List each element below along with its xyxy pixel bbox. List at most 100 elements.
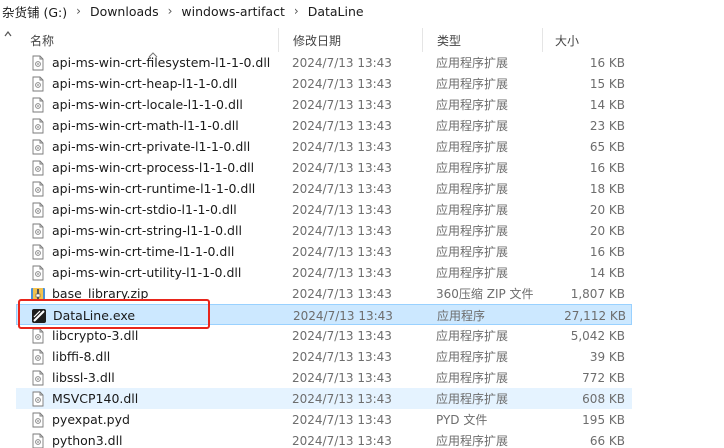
file-size: 14 KB	[589, 265, 625, 280]
file-name-cell: api-ms-win-crt-stdio-l1-1-0.dll	[30, 199, 288, 220]
dll-file-icon	[30, 139, 46, 155]
file-size: 27,112 KB	[564, 308, 626, 323]
file-date: 2024/7/13 13:43	[292, 118, 392, 133]
tree-scrollbar[interactable]	[0, 30, 16, 448]
file-name-cell: MSVCP140.dll	[30, 388, 288, 409]
file-type: 应用程序扩展	[436, 161, 509, 175]
file-name-cell: api-ms-win-crt-heap-l1-1-0.dll	[30, 73, 288, 94]
column-header-size[interactable]: 大小	[542, 28, 632, 52]
file-name: api-ms-win-crt-time-l1-1-0.dll	[52, 244, 235, 259]
file-name: libssl-3.dll	[52, 370, 115, 385]
file-date: 2024/7/13 13:43	[292, 139, 392, 154]
file-type: 应用程序扩展	[436, 203, 509, 217]
file-size: 23 KB	[589, 118, 625, 133]
file-size: 5,042 KB	[570, 328, 625, 343]
file-row[interactable]: api-ms-win-crt-private-l1-1-0.dll 2024/7/…	[16, 136, 632, 157]
file-name: api-ms-win-crt-stdio-l1-1-0.dll	[52, 202, 237, 217]
file-row[interactable]: libffi-8.dll 2024/7/13 13:43 应用程序扩展 39 KB	[16, 346, 632, 367]
file-size: 65 KB	[589, 139, 625, 154]
file-name: python3.dll	[52, 433, 123, 448]
file-date: 2024/7/13 13:43	[292, 391, 392, 406]
file-type: 应用程序扩展	[436, 119, 509, 133]
dll-file-icon	[30, 265, 46, 281]
chevron-right-icon[interactable]: ›	[162, 4, 179, 18]
file-size: 20 KB	[589, 202, 625, 217]
file-type: 360压缩 ZIP 文件	[436, 287, 534, 301]
breadcrumb-item[interactable]: windows-artifact	[178, 4, 287, 19]
file-row[interactable]: api-ms-win-crt-filesystem-l1-1-0.dll 2024…	[16, 52, 632, 73]
file-name: api-ms-win-crt-heap-l1-1-0.dll	[52, 76, 238, 91]
chevron-right-icon[interactable]: ›	[288, 4, 305, 18]
file-type: 应用程序扩展	[436, 371, 509, 385]
file-name-cell: api-ms-win-crt-string-l1-1-0.dll	[30, 220, 288, 241]
dll-file-icon	[30, 328, 46, 344]
file-row[interactable]: pyexpat.pyd 2024/7/13 13:43 PYD 文件 195 KB	[16, 409, 632, 430]
file-size: 15 KB	[589, 76, 625, 91]
file-row[interactable]: api-ms-win-crt-string-l1-1-0.dll 2024/7/1…	[16, 220, 632, 241]
file-row[interactable]: api-ms-win-crt-time-l1-1-0.dll 2024/7/13 …	[16, 241, 632, 262]
chevron-up-icon[interactable]	[4, 30, 12, 38]
breadcrumb-item[interactable]: 杂货铺 (G:)	[0, 2, 70, 21]
file-row[interactable]: api-ms-win-crt-utility-l1-1-0.dll 2024/7/…	[16, 262, 632, 283]
file-row[interactable]: libssl-3.dll 2024/7/13 13:43 应用程序扩展 772 KB	[16, 367, 632, 388]
file-type: 应用程序扩展	[436, 350, 509, 364]
column-header-date[interactable]: 修改日期	[278, 28, 422, 52]
dll-file-icon	[30, 76, 46, 92]
dll-file-icon	[30, 202, 46, 218]
file-row[interactable]: api-ms-win-crt-runtime-l1-1-0.dll 2024/7/…	[16, 178, 632, 199]
file-name: api-ms-win-crt-runtime-l1-1-0.dll	[52, 181, 256, 196]
file-row[interactable]: api-ms-win-crt-process-l1-1-0.dll 2024/7/…	[16, 157, 632, 178]
file-name: MSVCP140.dll	[52, 391, 139, 406]
column-header-type[interactable]: 类型	[422, 28, 542, 52]
file-date: 2024/7/13 13:43	[292, 160, 392, 175]
file-name: api-ms-win-crt-utility-l1-1-0.dll	[52, 265, 242, 280]
file-row[interactable]: MSVCP140.dll 2024/7/13 13:43 应用程序扩展 608 KB	[16, 388, 632, 409]
file-type: 应用程序扩展	[436, 245, 509, 259]
file-name: api-ms-win-crt-string-l1-1-0.dll	[52, 223, 242, 238]
dll-file-icon	[30, 391, 46, 407]
column-header-type-label: 类型	[437, 33, 462, 48]
chevron-right-icon[interactable]: ›	[70, 4, 87, 18]
file-name-cell: api-ms-win-crt-runtime-l1-1-0.dll	[30, 178, 288, 199]
file-row[interactable]: api-ms-win-crt-locale-l1-1-0.dll 2024/7/1…	[16, 94, 632, 115]
file-name: api-ms-win-crt-locale-l1-1-0.dll	[52, 97, 243, 112]
file-list: api-ms-win-crt-filesystem-l1-1-0.dll 2024…	[16, 52, 632, 448]
file-name-cell: api-ms-win-crt-locale-l1-1-0.dll	[30, 94, 288, 115]
file-name: api-ms-win-crt-process-l1-1-0.dll	[52, 160, 255, 175]
file-type: PYD 文件	[436, 413, 488, 427]
file-date: 2024/7/13 13:43	[292, 433, 392, 448]
column-header-size-label: 大小	[555, 33, 580, 48]
dll-file-icon	[30, 55, 46, 71]
dll-file-icon	[30, 97, 46, 113]
file-row[interactable]: api-ms-win-crt-math-l1-1-0.dll 2024/7/13 …	[16, 115, 632, 136]
file-size: 195 KB	[582, 412, 625, 427]
file-name-cell: api-ms-win-crt-private-l1-1-0.dll	[30, 136, 288, 157]
file-name: api-ms-win-crt-filesystem-l1-1-0.dll	[52, 55, 271, 70]
file-row[interactable]: api-ms-win-crt-stdio-l1-1-0.dll 2024/7/13…	[16, 199, 632, 220]
file-size: 1,807 KB	[570, 286, 625, 301]
file-type: 应用程序扩展	[436, 182, 509, 196]
breadcrumb-item[interactable]: DataLine	[305, 4, 367, 19]
file-type: 应用程序	[437, 309, 486, 323]
column-header-name[interactable]: 名称	[16, 28, 278, 52]
vertical-scrollbar[interactable]	[700, 0, 724, 448]
file-row[interactable]: python3.dll 2024/7/13 13:43 应用程序扩展 66 KB	[16, 430, 632, 448]
file-date: 2024/7/13 13:43	[292, 181, 392, 196]
file-size: 16 KB	[589, 160, 625, 175]
file-date: 2024/7/13 13:43	[292, 412, 392, 427]
column-header-date-label: 修改日期	[293, 33, 342, 48]
file-size: 16 KB	[589, 55, 625, 70]
file-date: 2024/7/13 13:43	[292, 202, 392, 217]
dll-file-icon	[30, 370, 46, 386]
dll-file-icon	[30, 244, 46, 260]
file-size: 39 KB	[589, 349, 625, 364]
file-row[interactable]: api-ms-win-crt-heap-l1-1-0.dll 2024/7/13 …	[16, 73, 632, 94]
file-type: 应用程序扩展	[436, 392, 509, 406]
file-name-cell: pyexpat.pyd	[30, 409, 288, 430]
file-name-cell: api-ms-win-crt-math-l1-1-0.dll	[30, 115, 288, 136]
file-type: 应用程序扩展	[436, 434, 509, 448]
file-date: 2024/7/13 13:43	[292, 286, 392, 301]
column-header-name-label: 名称	[30, 33, 55, 48]
file-type: 应用程序扩展	[436, 77, 509, 91]
breadcrumb-item[interactable]: Downloads	[87, 4, 162, 19]
